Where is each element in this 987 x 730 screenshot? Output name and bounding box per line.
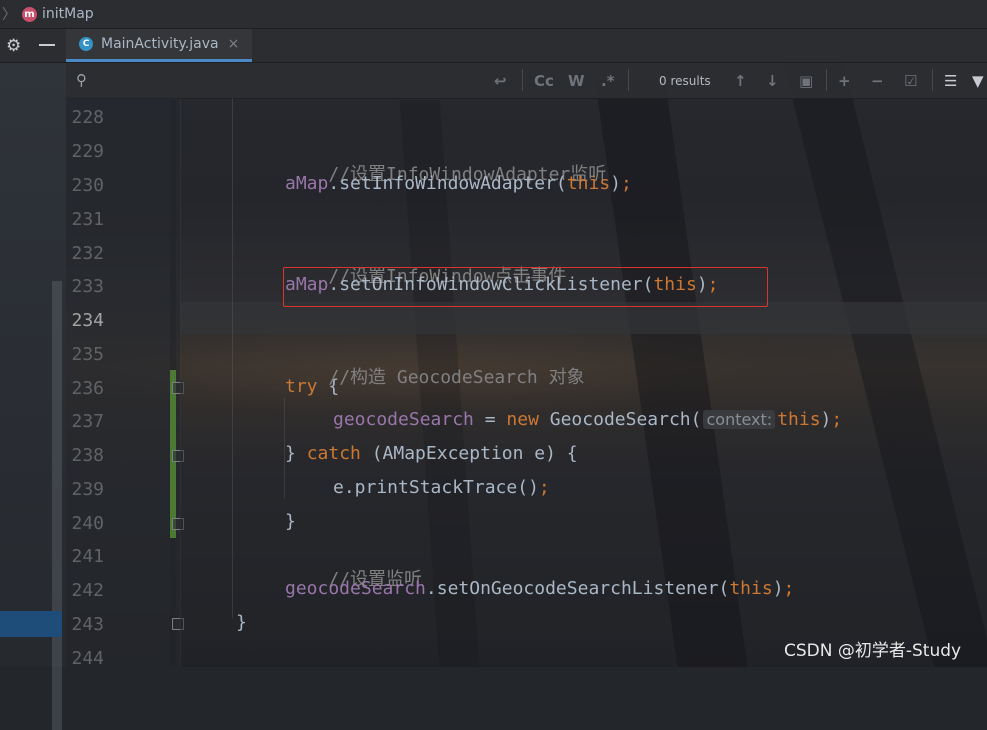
minimize-icon[interactable] xyxy=(39,44,55,46)
line-number: 229 xyxy=(71,141,104,162)
results-count: 0 results xyxy=(659,74,711,88)
line-number: 230 xyxy=(71,175,104,196)
line-number: 238 xyxy=(71,445,104,466)
search-icon[interactable]: ⚲ xyxy=(76,71,87,89)
code-line-243: } xyxy=(236,612,247,633)
close-icon[interactable]: × xyxy=(228,36,240,52)
line-number: 240 xyxy=(71,513,104,534)
arrow-up-icon[interactable]: ↑ xyxy=(734,72,747,90)
select-all-icon[interactable]: ▣ xyxy=(799,72,813,90)
filter-icon[interactable]: ▼ xyxy=(972,72,984,90)
project-panel-edge xyxy=(0,63,66,730)
code-line-238: } catch (AMapException e) { xyxy=(285,443,578,464)
line-number: 236 xyxy=(71,378,104,399)
gear-icon[interactable]: ⚙ xyxy=(6,36,21,56)
arrow-down-icon[interactable]: ↓ xyxy=(766,72,779,90)
line-number: 232 xyxy=(71,243,104,264)
class-icon: C xyxy=(79,37,93,51)
panel-scrollbar[interactable] xyxy=(52,281,62,730)
watermark: CSDN @初学者-Study xyxy=(784,641,962,661)
match-case-button[interactable]: Cc xyxy=(534,72,554,90)
code-line-236: try { xyxy=(285,376,340,397)
code-line-239: e.printStackTrace(); xyxy=(333,477,550,498)
breadcrumb-separator-icon: 〉 xyxy=(2,7,16,23)
line-number-gutter: 228 229 230 231 232 233 234 235 236 237 … xyxy=(66,98,184,669)
current-line-number: 234 xyxy=(71,310,104,331)
parameter-hint: context: xyxy=(703,410,776,429)
line-number: 228 xyxy=(71,107,104,128)
line-number: 233 xyxy=(71,276,104,297)
breadcrumb-bar: 〉 m initMap xyxy=(0,0,987,29)
new-line-icon[interactable]: ↩ xyxy=(494,72,507,90)
select-occurrences-icon[interactable]: ☑ xyxy=(904,72,917,90)
breadcrumb-method[interactable]: initMap xyxy=(42,6,94,22)
code-line-240: } xyxy=(285,511,296,532)
tab-mainactivity[interactable]: C MainActivity.java × xyxy=(66,29,252,62)
add-occurrence-icon[interactable]: + xyxy=(838,72,851,90)
line-number: 242 xyxy=(71,580,104,601)
find-bar: ⚲ ↩ Cc W .* 0 results ↑ ↓ ▣ + − ☑ ☰ ▼ xyxy=(66,63,987,99)
remove-occurrence-icon[interactable]: − xyxy=(871,72,884,90)
highlight-box xyxy=(283,267,768,307)
words-button[interactable]: W xyxy=(568,72,585,90)
tab-filename: MainActivity.java xyxy=(101,36,219,52)
line-number: 231 xyxy=(71,209,104,230)
code-editor[interactable]: //设置InfoWindowAdapter监听 aMap.setInfoWind… xyxy=(180,98,987,667)
code-line-242: geocodeSearch.setOnGeocodeSearchListener… xyxy=(285,578,795,599)
line-number: 237 xyxy=(71,411,104,432)
code-line-237: geocodeSearch = new GeocodeSearch(contex… xyxy=(333,409,843,430)
line-number: 243 xyxy=(71,614,104,635)
editor-tab-row: ⚙ C MainActivity.java × xyxy=(0,29,987,63)
selected-item-highlight xyxy=(0,611,62,637)
regex-button[interactable]: .* xyxy=(601,72,615,90)
code-line-230: aMap.setInfoWindowAdapter(this); xyxy=(285,173,632,194)
line-number: 239 xyxy=(71,479,104,500)
method-icon: m xyxy=(22,6,37,22)
line-number: 241 xyxy=(71,546,104,567)
line-number: 235 xyxy=(71,344,104,365)
line-number: 244 xyxy=(71,648,104,669)
filter-lines-icon[interactable]: ☰ xyxy=(944,72,957,90)
